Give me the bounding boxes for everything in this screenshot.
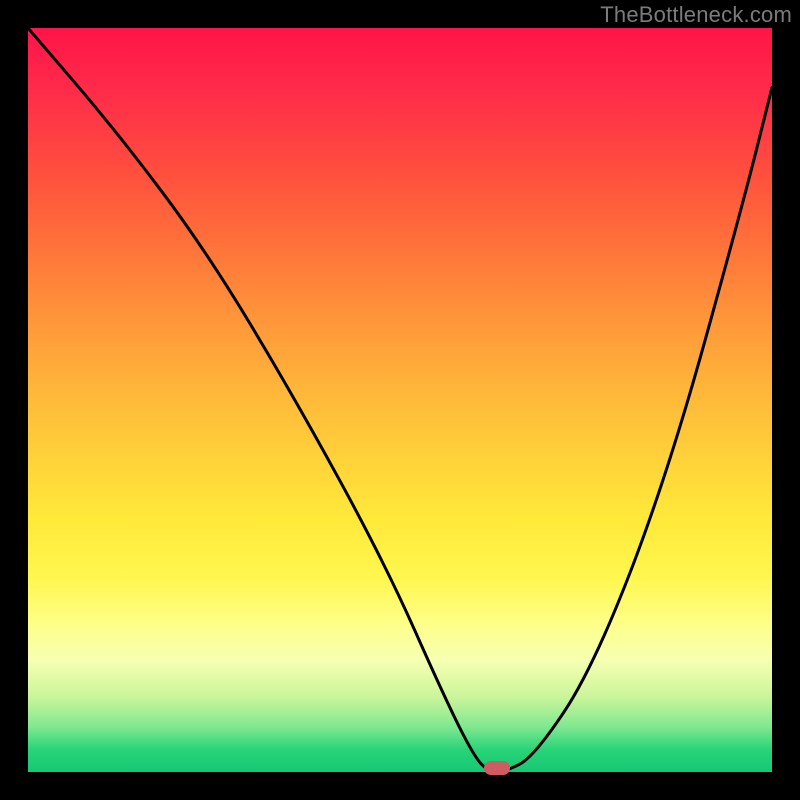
watermark-text: TheBottleneck.com bbox=[600, 2, 792, 28]
chart-frame: TheBottleneck.com bbox=[0, 0, 800, 800]
optimum-marker bbox=[484, 761, 510, 775]
bottleneck-curve bbox=[28, 28, 772, 772]
curve-path bbox=[28, 28, 772, 772]
plot-area bbox=[28, 28, 772, 772]
